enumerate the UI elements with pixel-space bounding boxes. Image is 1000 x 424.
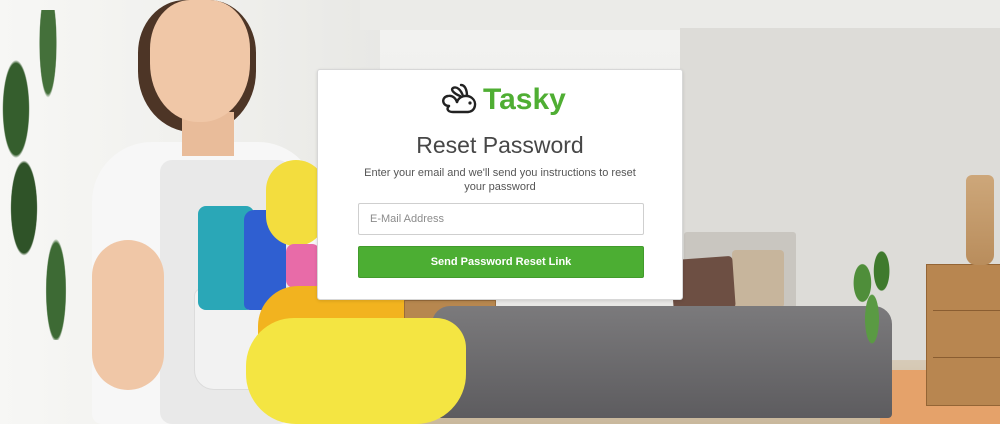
background-dresser	[926, 264, 1000, 406]
woman-arm	[92, 240, 164, 390]
woman-face	[150, 0, 250, 122]
brand-name: Tasky	[483, 83, 566, 116]
background-plant	[848, 235, 896, 355]
reset-instructions: Enter your email and we'll send you inst…	[364, 167, 636, 193]
pink-sponge	[286, 244, 320, 288]
background-pillow-beige	[732, 250, 784, 308]
background-ceiling	[360, 0, 1000, 30]
background-leaf-plant	[0, 10, 80, 340]
email-field[interactable]	[358, 203, 644, 235]
rabbit-icon	[442, 83, 477, 114]
rubber-glove	[246, 318, 466, 424]
send-reset-link-button[interactable]: Send Password Reset Link	[358, 246, 644, 278]
page-title: Reset Password	[416, 132, 584, 158]
background-vase	[966, 175, 994, 265]
page-background: Tasky Reset Password Enter your email an…	[0, 0, 1000, 424]
reset-password-card: Tasky Reset Password Enter your email an…	[317, 69, 683, 300]
background-bed	[432, 306, 892, 418]
brand-logo[interactable]: Tasky	[439, 82, 566, 118]
